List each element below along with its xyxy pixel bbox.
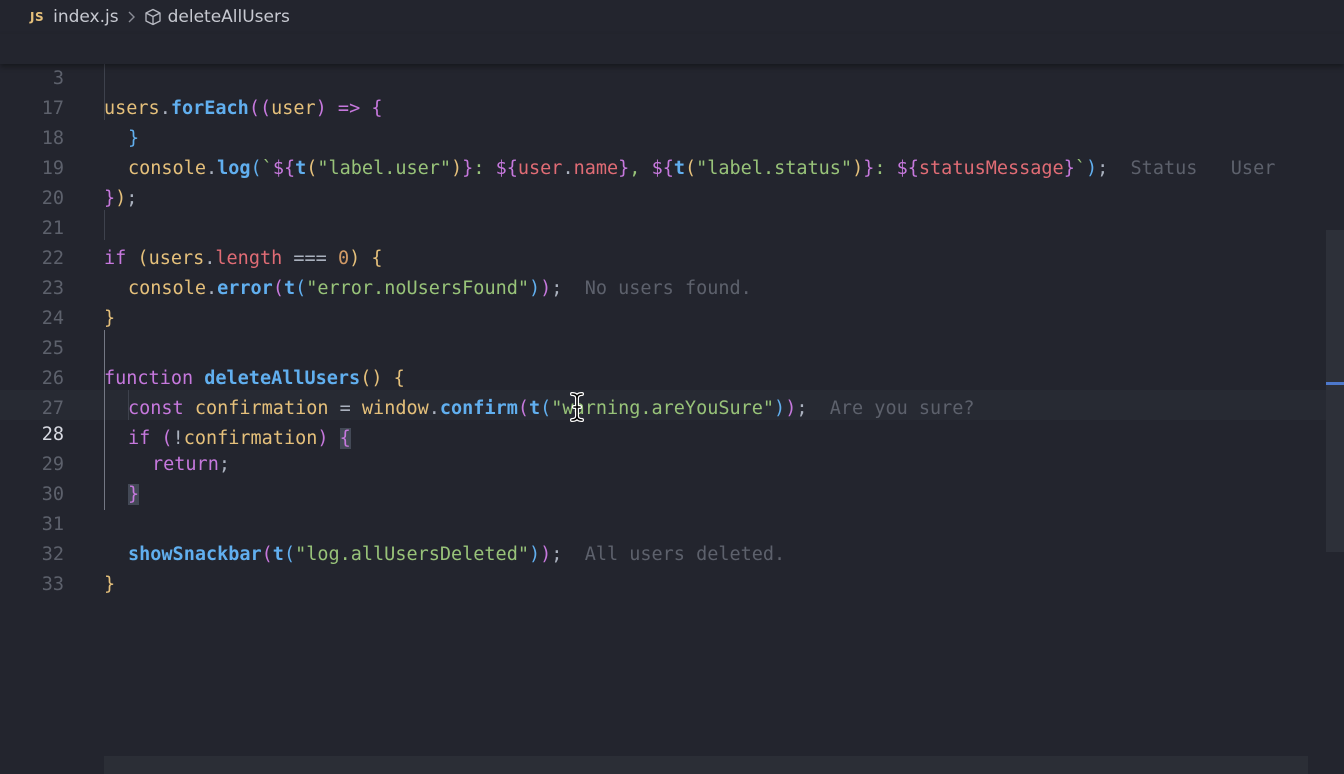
breadcrumb-symbol-name[interactable]: deleteAllUsers [168, 7, 290, 27]
code-line[interactable]: 21 if (users.length === 0) { [0, 184, 1326, 269]
code-line[interactable]: 29 } [0, 420, 1326, 505]
indent-guide-active [104, 330, 105, 510]
code-line[interactable]: 23 } [0, 244, 1326, 329]
code-line[interactable]: 24 [0, 274, 1326, 329]
code-line[interactable]: 22 console.error(t("error.noUsersFound")… [0, 214, 1326, 299]
code-line[interactable]: 3 users.forEach((user) => { [0, 34, 1326, 119]
line-number: 3 [52, 68, 64, 89]
text-cursor-icon [568, 392, 586, 426]
code-line[interactable]: 30 [0, 450, 1326, 505]
code-line[interactable]: 19 }); [0, 124, 1326, 209]
code-line[interactable]: 17 } [0, 64, 1326, 149]
code-line[interactable]: 20 [0, 154, 1326, 209]
code-line[interactable]: 31 showSnackbar(t("log.allUsersDeleted")… [0, 480, 1326, 565]
breadcrumb: JS index.js deleteAllUsers [0, 0, 1344, 34]
js-file-icon: JS [30, 10, 45, 24]
cube-icon [144, 8, 162, 26]
scrollbar-cursor-marker [1326, 382, 1344, 385]
code-line[interactable]: 33 [0, 540, 1326, 595]
code-line[interactable]: 26 const confirmation = window.confirm(t… [0, 334, 1326, 419]
chevron-right-icon [127, 10, 136, 24]
indent-guide [128, 390, 129, 420]
sticky-scroll-header[interactable]: 3 users.forEach((user) => { [0, 34, 1344, 119]
horizontal-scrollbar-thumb[interactable] [104, 756, 1308, 774]
code-line[interactable]: 32 } [0, 510, 1326, 595]
vertical-scrollbar-thumb[interactable] [1326, 230, 1344, 552]
code-line[interactable]: 25 function deleteAllUsers() { [0, 304, 1326, 389]
code-editor[interactable]: JS index.js deleteAllUsers 3 users.forEa… [0, 0, 1344, 774]
line-number: 33 [41, 574, 64, 595]
code-line-active[interactable]: 28 return; [0, 390, 1326, 475]
breadcrumb-file-name[interactable]: index.js [53, 7, 119, 27]
indent-guide [104, 210, 105, 240]
